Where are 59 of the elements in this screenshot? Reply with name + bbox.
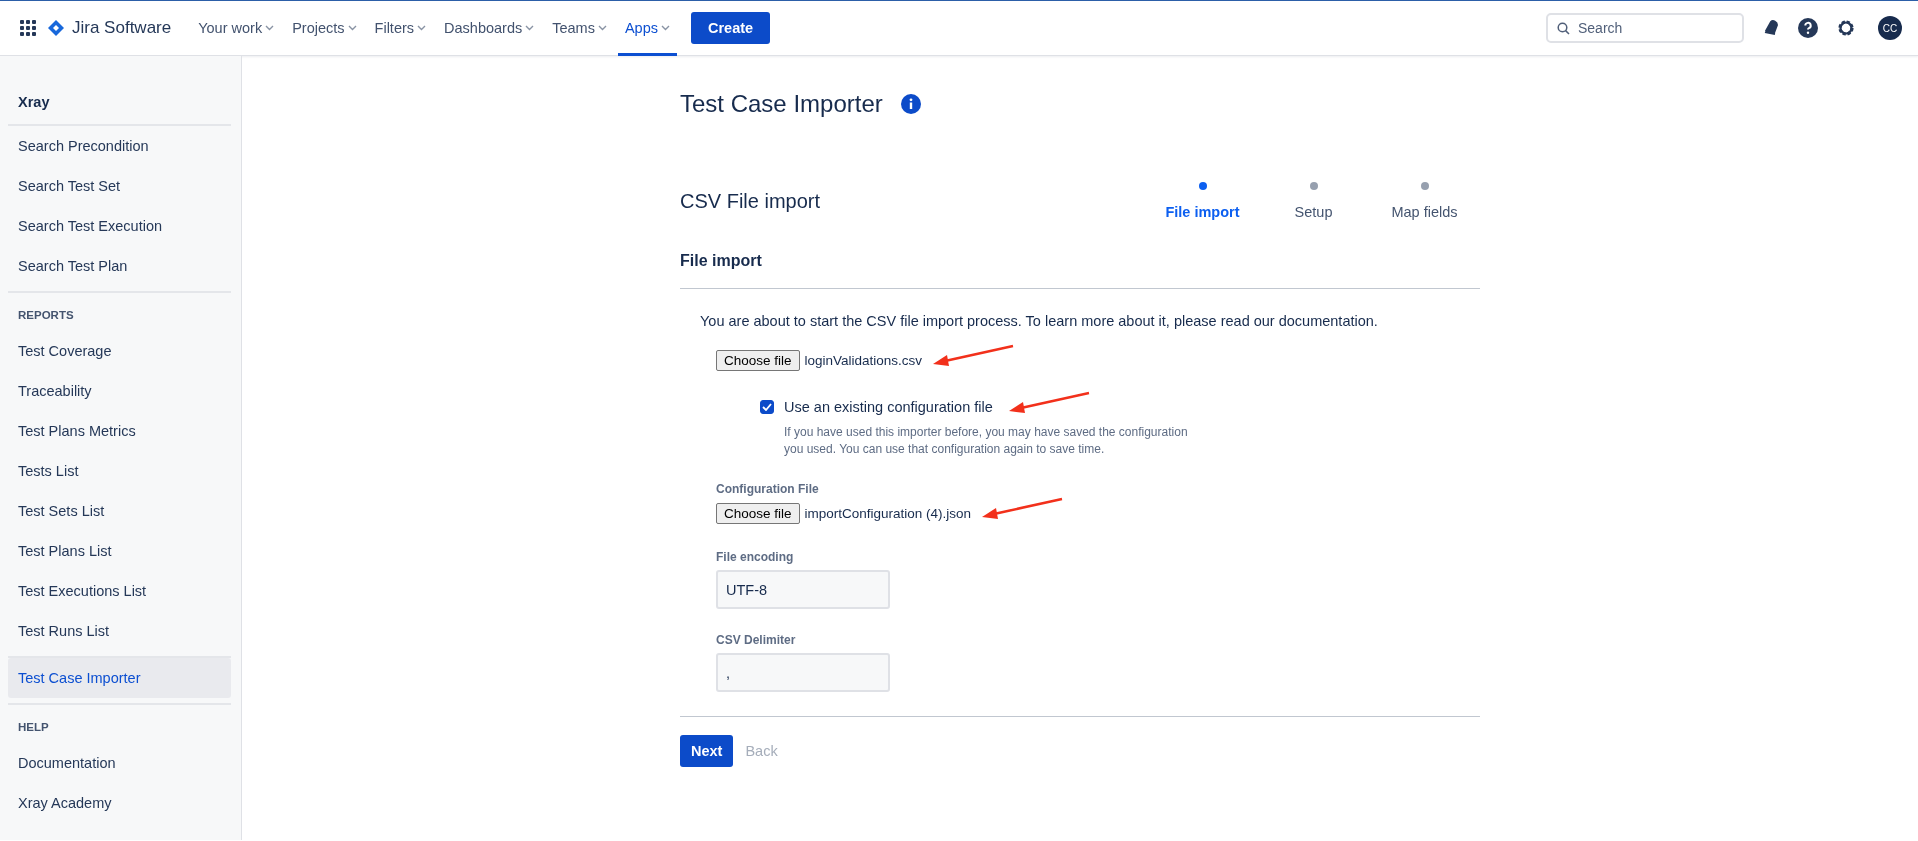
checkbox[interactable]: [760, 400, 774, 414]
product-name[interactable]: Jira Software: [72, 18, 172, 38]
settings-icon[interactable]: [1836, 18, 1856, 38]
sidebar-heading: REPORTS: [17, 308, 75, 323]
file-name: loginValidations.csv: [804, 352, 923, 368]
sidebar-item[interactable]: Test Runs List: [8, 611, 231, 651]
sidebar-item[interactable]: Test Plans List: [8, 531, 231, 571]
sidebar-item[interactable]: Test Coverage: [8, 331, 231, 371]
encoding-field[interactable]: UTF-8: [716, 570, 890, 609]
caret-icon: [525, 25, 535, 31]
caret-icon: [417, 25, 427, 31]
field-label: CSV Delimiter: [716, 633, 797, 647]
nav-menu-item[interactable]: Dashboards: [437, 0, 542, 56]
sidebar-item[interactable]: Search Test Set: [8, 166, 231, 206]
stepper-step[interactable]: Map fields: [1369, 182, 1480, 220]
create-button[interactable]: Create: [691, 12, 771, 44]
app-grid-icon[interactable]: [20, 20, 36, 36]
sidebar-item[interactable]: Traceability: [8, 371, 231, 411]
search-field[interactable]: Search: [1546, 13, 1744, 43]
sidebar-item[interactable]: Test Sets List: [8, 491, 231, 531]
sidebar-item[interactable]: Xray Academy: [8, 783, 231, 823]
choose-file-button[interactable]: Choose file: [716, 502, 800, 524]
delimiter-field[interactable]: ,: [716, 653, 890, 692]
sidebar-item[interactable]: Test Plans Metrics: [8, 411, 231, 451]
subtitle: CSV File import: [680, 190, 821, 214]
stepper-step[interactable]: File import: [1147, 182, 1258, 220]
sidebar-item[interactable]: Search Test Plan: [8, 246, 231, 286]
help-text: If you have used this importer before, you may have saved the configuration you used. You can use that configuration again to save time.: [784, 424, 1189, 458]
sidebar-item[interactable]: Tests List: [8, 451, 231, 491]
nav-menu-item[interactable]: Your work: [191, 0, 282, 56]
caret-icon: [347, 25, 357, 31]
sidebar-item[interactable]: Search Test Execution: [8, 206, 231, 246]
sidebar-item[interactable]: Search Precondition: [8, 126, 231, 166]
intro-text: You are about to start the CSV file import process. To learn more about it, please read our documentation.: [700, 313, 1379, 329]
checkbox-label[interactable]: Use an existing configuration file: [784, 399, 993, 415]
sidebar-item[interactable]: Test Executions List: [8, 571, 231, 611]
info-icon[interactable]: [900, 94, 921, 114]
field-label: Configuration File: [716, 482, 820, 496]
caret-icon: [597, 25, 607, 31]
field-label: File encoding: [716, 550, 795, 564]
sidebar-title: Xray: [17, 94, 51, 110]
next-button[interactable]: Next: [680, 735, 734, 767]
help-icon[interactable]: [1798, 18, 1818, 38]
nav-menu-item[interactable]: Projects: [285, 0, 364, 56]
caret-icon: [265, 25, 275, 31]
stepper-step[interactable]: Setup: [1258, 182, 1369, 220]
file-name: importConfiguration (4).json: [804, 505, 972, 521]
nav-menu-item[interactable]: Filters: [367, 0, 434, 56]
section-heading: File import: [680, 252, 1480, 289]
choose-file-button[interactable]: Choose file: [716, 349, 800, 371]
user-avatar[interactable]: CC: [1878, 16, 1902, 40]
nav-menu-item[interactable]: Teams: [545, 0, 614, 56]
caret-icon: [661, 25, 670, 31]
nav-menu-item[interactable]: Apps: [617, 0, 677, 56]
diamond-logo-icon: [48, 20, 64, 36]
page-title: Test Case Importer: [680, 90, 883, 118]
sidebar-item[interactable]: Documentation: [8, 743, 231, 783]
sidebar-heading: HELP: [17, 720, 50, 735]
sidebar-item[interactable]: Test Case Importer: [8, 658, 231, 698]
